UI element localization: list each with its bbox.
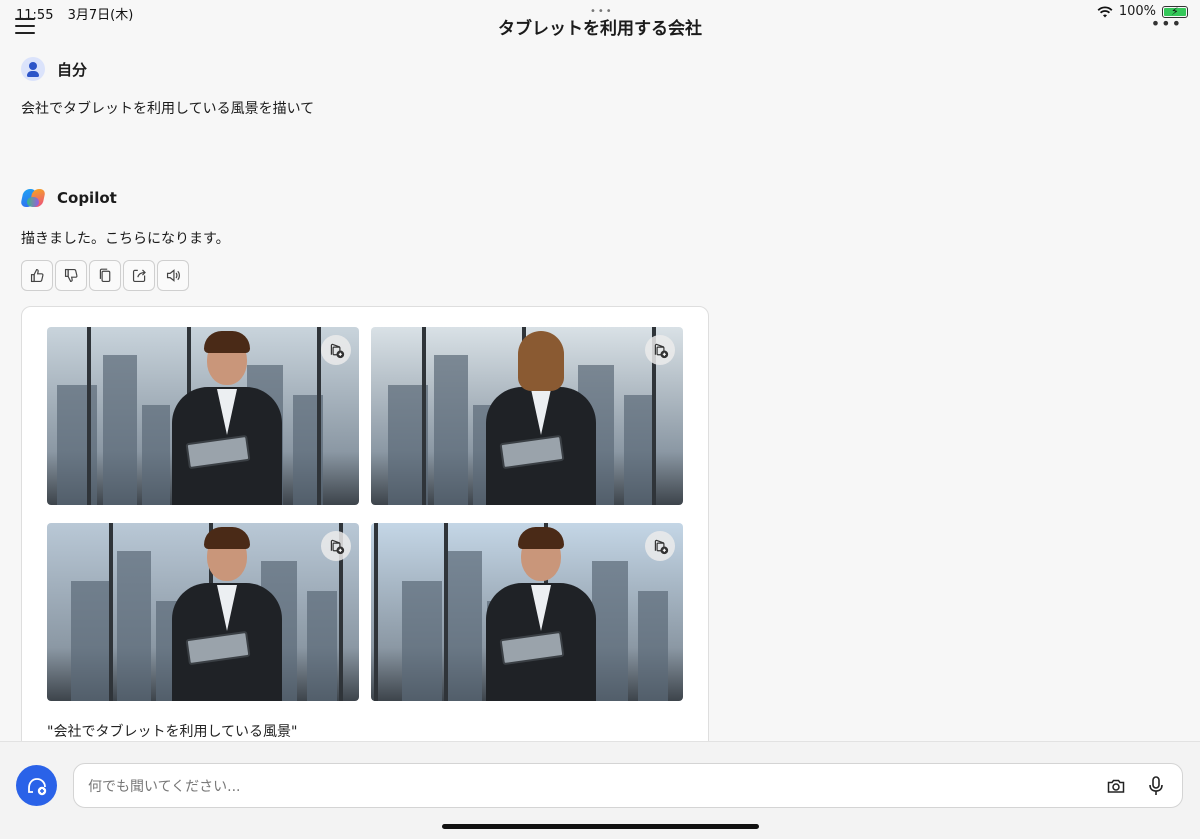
new-chat-button[interactable]: [16, 765, 57, 806]
user-message-text: 会社でタブレットを利用している風景を描いて: [21, 101, 315, 117]
image-person: [167, 327, 287, 505]
copilot-message-text: 描きました。こちらになります。: [21, 231, 230, 247]
thumbs-down-button[interactable]: [55, 260, 87, 291]
chat-input-container: [73, 763, 1183, 809]
add-to-collection-icon[interactable]: [645, 335, 675, 365]
copy-button[interactable]: [89, 260, 121, 291]
image-result-card: "会社でタブレットを利用している風景": [21, 306, 709, 766]
image-building: [142, 405, 170, 505]
image-building: [638, 591, 668, 701]
copilot-name: Copilot: [57, 189, 117, 207]
chat-input[interactable]: [86, 764, 1090, 809]
image-caption: "会社でタブレットを利用している風景": [47, 724, 298, 740]
thumbs-down-icon: [64, 268, 78, 283]
page-title: タブレットを利用する会社: [498, 19, 702, 39]
generated-image-4[interactable]: [371, 523, 683, 701]
read-aloud-button[interactable]: [157, 260, 189, 291]
thumbs-up-icon: [30, 268, 44, 283]
new-chat-icon: [27, 777, 46, 795]
user-message-header: 自分: [21, 57, 87, 81]
copilot-message-header: Copilot: [20, 186, 117, 210]
image-window-frame: [87, 327, 91, 505]
image-window-frame: [422, 327, 426, 505]
thumbs-up-button[interactable]: [21, 260, 53, 291]
image-building: [57, 385, 97, 505]
generated-image-1[interactable]: [47, 327, 359, 505]
generated-image-2[interactable]: [371, 327, 683, 505]
microphone-icon[interactable]: [1146, 775, 1166, 797]
add-to-collection-icon[interactable]: [321, 531, 351, 561]
share-icon: [132, 269, 146, 283]
image-building: [307, 591, 337, 701]
copy-icon: [99, 268, 110, 283]
camera-icon[interactable]: [1106, 776, 1126, 796]
response-actions: [21, 260, 189, 291]
image-building: [402, 581, 442, 701]
image-window-frame: [317, 327, 321, 505]
user-avatar-icon: [21, 57, 45, 81]
image-building: [117, 551, 151, 701]
image-person: [481, 327, 601, 505]
share-button[interactable]: [123, 260, 155, 291]
add-to-collection-icon[interactable]: [321, 335, 351, 365]
image-person: [481, 523, 601, 701]
image-window-frame: [374, 523, 378, 701]
image-building: [71, 581, 111, 701]
image-building: [103, 355, 137, 505]
copilot-logo-icon: [20, 186, 46, 210]
image-building: [448, 551, 482, 701]
image-building: [624, 395, 654, 505]
image-window-frame: [444, 523, 448, 701]
generated-image-3[interactable]: [47, 523, 359, 701]
more-options-icon[interactable]: •••: [1151, 14, 1182, 33]
image-window-frame: [109, 523, 113, 701]
speaker-icon: [166, 269, 180, 282]
image-person: [167, 523, 287, 701]
user-name: 自分: [57, 60, 88, 79]
add-to-collection-icon[interactable]: [645, 531, 675, 561]
home-indicator[interactable]: [442, 824, 759, 829]
image-building: [434, 355, 468, 505]
